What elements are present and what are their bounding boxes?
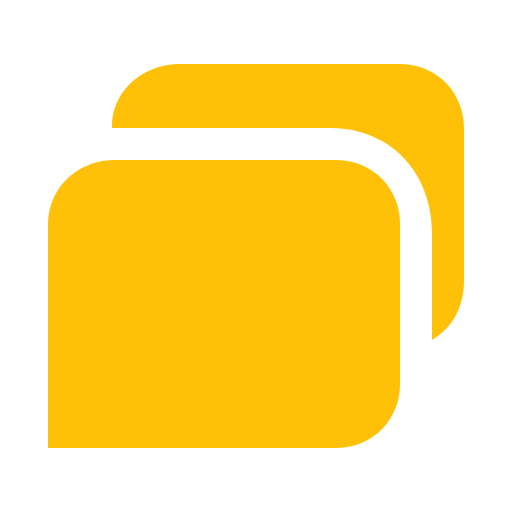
front-card-shape <box>48 160 400 448</box>
icon-canvas <box>0 0 512 512</box>
stacked-cards-icon <box>48 64 464 448</box>
